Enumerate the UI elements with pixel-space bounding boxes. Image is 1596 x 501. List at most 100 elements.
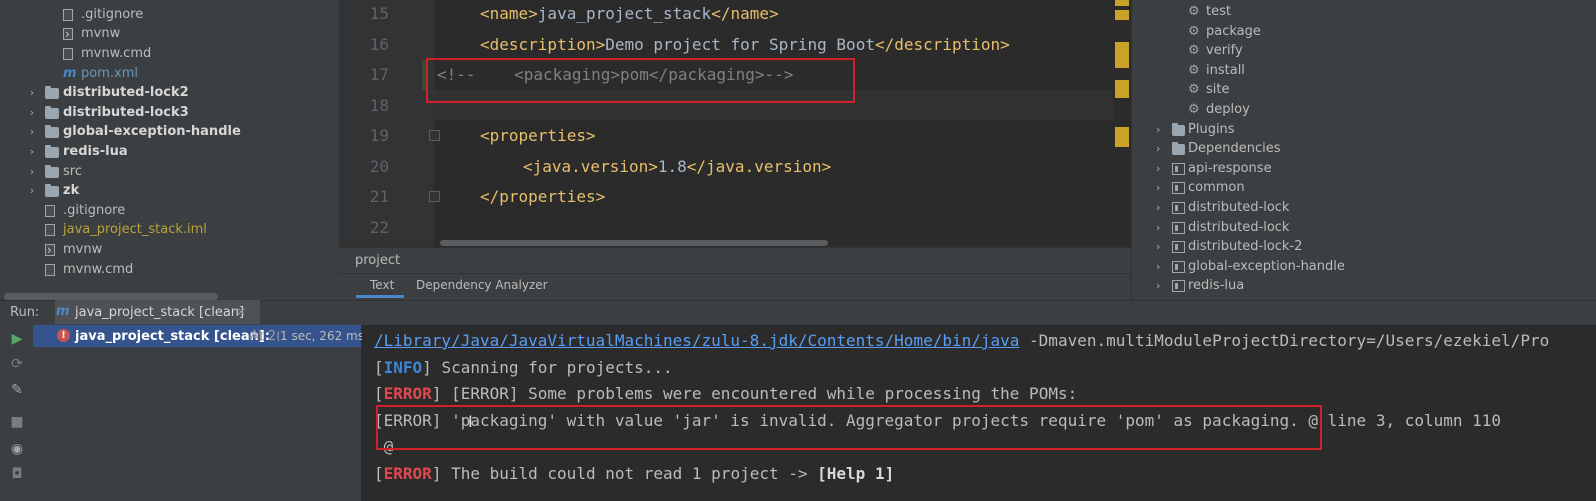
maven-module-icon xyxy=(1172,260,1185,273)
file-icon xyxy=(45,224,55,236)
maven-item-label: distributed-lock xyxy=(1188,219,1290,235)
rerun-icon[interactable]: ▶ xyxy=(9,331,25,347)
module-folder-icon xyxy=(45,184,59,197)
stop-icon[interactable]: ■ xyxy=(9,414,25,430)
maven-goal-label: deploy xyxy=(1206,102,1250,117)
gear-icon: ⚙ xyxy=(1188,23,1200,39)
maven-goal-label: package xyxy=(1206,23,1261,39)
editor-breadcrumb-bar xyxy=(339,247,1131,274)
maven-icon: m xyxy=(63,66,77,81)
maven-item-label: Dependencies xyxy=(1188,141,1281,157)
chevron-right-icon[interactable]: › xyxy=(1156,237,1160,257)
eye-icon[interactable]: ◉ xyxy=(9,441,25,457)
tree-item-label: mvnw.cmd xyxy=(63,262,134,277)
gear-icon: ⚙ xyxy=(1188,62,1200,78)
debug-icon[interactable]: ⟳ xyxy=(9,356,25,372)
tree-item-label: mvnw.cmd xyxy=(81,46,152,61)
fold-marker[interactable] xyxy=(429,191,440,202)
maven-goal-label: install xyxy=(1206,62,1245,78)
gear-icon: ⚙ xyxy=(1188,102,1200,117)
tree-item-label: redis-lua xyxy=(63,144,128,159)
chevron-right-icon[interactable]: › xyxy=(1156,120,1160,140)
chevron-right-icon[interactable]: › xyxy=(1156,178,1160,198)
line-number: 16 xyxy=(369,35,389,54)
chevron-right-icon[interactable]: › xyxy=(27,142,37,162)
console-line: [ERROR] [ERROR] Some problems were encou… xyxy=(374,384,1078,403)
chevron-right-icon[interactable]: › xyxy=(27,122,37,142)
camera-icon[interactable]: ◘ xyxy=(9,466,25,482)
chevron-right-icon[interactable]: › xyxy=(27,83,37,103)
chevron-right-icon[interactable]: › xyxy=(1156,159,1160,179)
module-folder-icon xyxy=(45,145,59,158)
gear-icon: ⚙ xyxy=(1188,4,1200,19)
close-icon[interactable]: ✕ xyxy=(236,305,246,319)
maven-item-label: redis-lua xyxy=(1188,278,1245,294)
code-line[interactable]: <description>Demo project for Spring Boo… xyxy=(480,35,1010,54)
gear-icon: ⚙ xyxy=(1188,82,1200,98)
console-line: [INFO] Scanning for projects... xyxy=(374,358,673,377)
tree-item-label: mvnw xyxy=(81,26,121,41)
console-line: /Library/Java/JavaVirtualMachines/zulu-8… xyxy=(374,331,1550,350)
maven-item-label: Plugins xyxy=(1188,121,1235,137)
terminal-file-icon xyxy=(45,240,55,260)
run-item-timestamp: At 2( xyxy=(250,329,279,344)
chevron-right-icon[interactable]: › xyxy=(1156,257,1160,277)
gear-icon: ⚙ xyxy=(1188,43,1200,59)
editor-marker-bar xyxy=(1113,0,1131,247)
maven-icon: m xyxy=(56,304,70,319)
error-highlight-box xyxy=(376,405,1322,450)
line-number: 17 xyxy=(369,65,389,84)
code-line[interactable]: <properties> xyxy=(480,126,596,145)
run-tree xyxy=(33,325,362,501)
error-icon: ! xyxy=(57,329,70,342)
maven-module-icon xyxy=(1172,241,1185,254)
editor-horizontal-scrollbar[interactable] xyxy=(440,240,828,246)
code-line[interactable]: <java.version>1.8</java.version> xyxy=(523,157,831,176)
tab-dependency-analyzer[interactable]: Dependency Analyzer xyxy=(416,278,548,292)
line-number: 22 xyxy=(369,218,389,237)
maven-item-label: distributed-lock-2 xyxy=(1188,239,1303,255)
chevron-right-icon[interactable]: › xyxy=(27,103,37,123)
line-number: 15 xyxy=(369,4,389,23)
wrench-icon[interactable]: ✎ xyxy=(9,382,25,398)
editor-marker[interactable] xyxy=(1115,127,1129,147)
chevron-right-icon[interactable]: › xyxy=(1156,139,1160,159)
maven-item-label: distributed-lock xyxy=(1188,200,1290,215)
editor-marker[interactable] xyxy=(1115,10,1129,20)
chevron-right-icon[interactable]: › xyxy=(1156,218,1160,238)
text-cursor-icon: I xyxy=(468,412,473,431)
run-tab-title[interactable]: java_project_stack [clean] xyxy=(75,305,244,320)
active-tab-indicator xyxy=(356,295,404,298)
code-line[interactable]: </properties> xyxy=(480,187,605,206)
tree-item-label: zk xyxy=(63,183,80,198)
editor-marker[interactable] xyxy=(1115,42,1129,68)
project-tree-scrollbar[interactable] xyxy=(4,293,218,300)
tree-item-label: pom.xml xyxy=(81,66,138,81)
log-level-error: ERROR xyxy=(383,464,432,483)
chevron-right-icon[interactable]: › xyxy=(1156,276,1160,296)
maven-goal-label: site xyxy=(1206,82,1230,98)
help-link[interactable]: [Help 1] xyxy=(817,464,894,483)
editor-marker[interactable] xyxy=(1115,80,1129,98)
breadcrumb[interactable]: project xyxy=(355,253,400,268)
line-number: 20 xyxy=(369,157,389,176)
run-tree-item[interactable]: java_project_stack [clean]: xyxy=(75,329,270,344)
fold-marker[interactable] xyxy=(429,130,440,141)
code-line[interactable]: <name>java_project_stack</name> xyxy=(480,4,779,23)
editor-marker[interactable] xyxy=(1115,0,1129,6)
chevron-right-icon[interactable]: › xyxy=(27,162,37,182)
module-folder-icon xyxy=(45,86,59,99)
tree-item-label: distributed-lock3 xyxy=(63,105,189,120)
java-path-link[interactable]: /Library/Java/JavaVirtualMachines/zulu-8… xyxy=(374,331,1019,350)
maven-module-icon xyxy=(1172,280,1185,293)
folder-icon xyxy=(45,165,59,178)
line-number: 21 xyxy=(369,187,389,206)
tree-item-label: distributed-lock2 xyxy=(63,85,189,100)
tree-item-label: java_project_stack.iml xyxy=(63,222,207,237)
chevron-right-icon[interactable]: › xyxy=(27,181,37,201)
chevron-right-icon[interactable]: › xyxy=(1156,198,1160,218)
tab-text[interactable]: Text xyxy=(370,278,394,292)
maven-module-icon xyxy=(1172,162,1185,175)
file-icon xyxy=(63,48,73,60)
module-folder-icon xyxy=(45,125,59,138)
